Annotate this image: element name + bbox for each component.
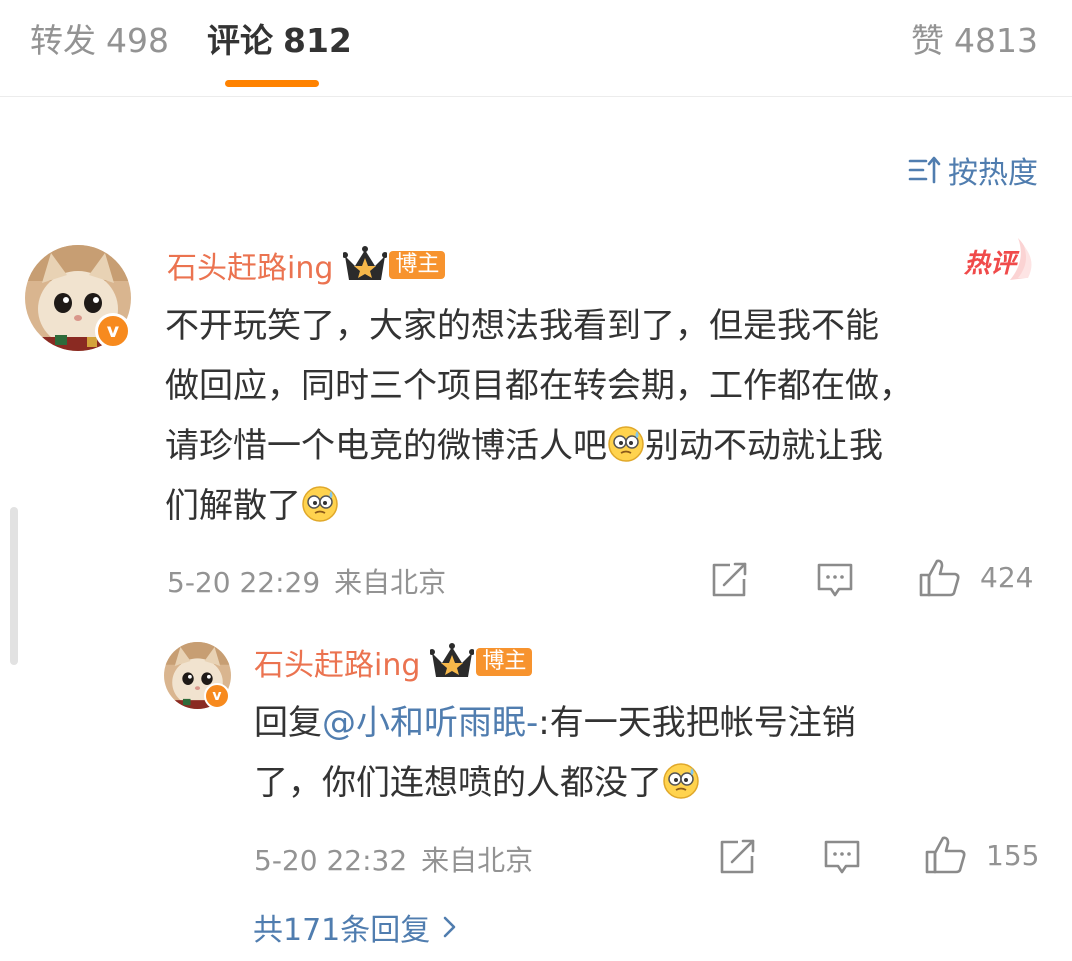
reply-line: 回复@小和听雨眠-:有一天我把帐号注销 [254,693,856,753]
like-count: 424 [980,561,1034,594]
like-icon[interactable] [918,557,962,599]
comment-line: 做回应，同时三个项目都在转会期，工作都在做， [165,366,913,406]
sort-icon [908,156,941,184]
comment-line: 们解散了 [165,476,913,536]
comment-fragment: 请珍惜一个电竞的微博活人吧 [165,426,607,466]
weibo-comment-page: 转发 498 评论 812 赞 4813 按热度 v 石头赶路ing 博主 热评… [0,0,1072,961]
comment-name-row: 石头赶路ing 博主 [167,243,446,287]
reply-username[interactable]: 石头赶路ing [254,640,420,684]
verified-badge-icon: v [204,683,230,709]
hot-comment-label: 热评 [963,249,1020,279]
comment-text: 不开玩笑了，大家的想法我看到了，但是我不能 做回应，同时三个项目都在转会期，工作… [165,296,913,536]
active-tab-indicator [225,80,319,87]
owner-badge: 博主 [476,648,533,676]
crown-icon [343,246,388,280]
more-replies-label: 共171条回复 [253,913,431,948]
scrollbar[interactable] [10,507,18,665]
crown-icon [430,643,475,677]
hot-comment-tag: 热评 [963,238,1032,280]
reply-fragment: 了，你们连想喷的人都没了 [254,763,662,803]
more-replies-link[interactable]: 共171条回复 [253,905,458,949]
chevron-right-icon [443,916,456,938]
sweat-emoji-icon [302,486,338,522]
tab-like-count: 4813 [954,21,1038,60]
tab-comment-count: 812 [283,21,352,60]
avatar[interactable]: v [25,245,131,351]
tab-repost[interactable]: 转发 498 [30,14,169,62]
reply-prefix: 回复 [254,703,322,743]
share-icon[interactable] [718,838,758,876]
reply-time: 5-20 22:32 [254,844,408,877]
tab-bar: 转发 498 评论 812 赞 4813 [0,0,1072,97]
owner-badge: 博主 [389,251,446,279]
comment-meta: 5-20 22:29 来自北京 [167,561,446,601]
share-icon[interactable] [710,561,750,599]
comment-fragment: 别动不动就让我 [645,426,883,466]
comment-fragment: 们解散了 [165,486,301,526]
comment-line: 请珍惜一个电竞的微博活人吧 别动不动就让我 [165,416,913,476]
reply-fragment: :有一天我把帐号注销 [538,703,856,743]
comment-line: 不开玩笑了，大家的想法我看到了，但是我不能 [165,306,879,346]
reply-location: 来自北京 [421,844,534,877]
sweat-emoji-icon [608,426,644,462]
tab-repost-count: 498 [106,21,169,60]
reply-avatar[interactable]: v [164,642,231,709]
reply-text: 回复@小和听雨眠-:有一天我把帐号注销 了，你们连想喷的人都没了 [254,693,856,813]
comment-time: 5-20 22:29 [167,566,321,599]
mention-link[interactable]: @小和听雨眠- [322,703,538,743]
like-count: 155 [986,839,1040,872]
tab-like[interactable]: 赞 4813 [911,14,1038,62]
verified-badge-icon: v [95,313,131,349]
reply-name-row: 石头赶路ing 博主 [254,640,533,684]
comment-location: 来自北京 [334,566,447,599]
sweat-emoji-icon [663,763,699,799]
sort-label: 按热度 [948,156,1038,191]
tab-like-label: 赞 [911,21,945,60]
tab-comment-label: 评论 [207,21,273,60]
comment-icon[interactable] [815,561,855,599]
sort-button[interactable]: 按热度 [908,148,1038,192]
comment-username[interactable]: 石头赶路ing [167,243,333,287]
reply-line: 了，你们连想喷的人都没了 [254,753,856,813]
tab-comment[interactable]: 评论 812 [207,14,352,62]
comment-icon[interactable] [822,838,862,876]
like-icon[interactable] [924,834,968,876]
tab-repost-label: 转发 [30,21,96,60]
reply-meta: 5-20 22:32 来自北京 [254,839,533,879]
